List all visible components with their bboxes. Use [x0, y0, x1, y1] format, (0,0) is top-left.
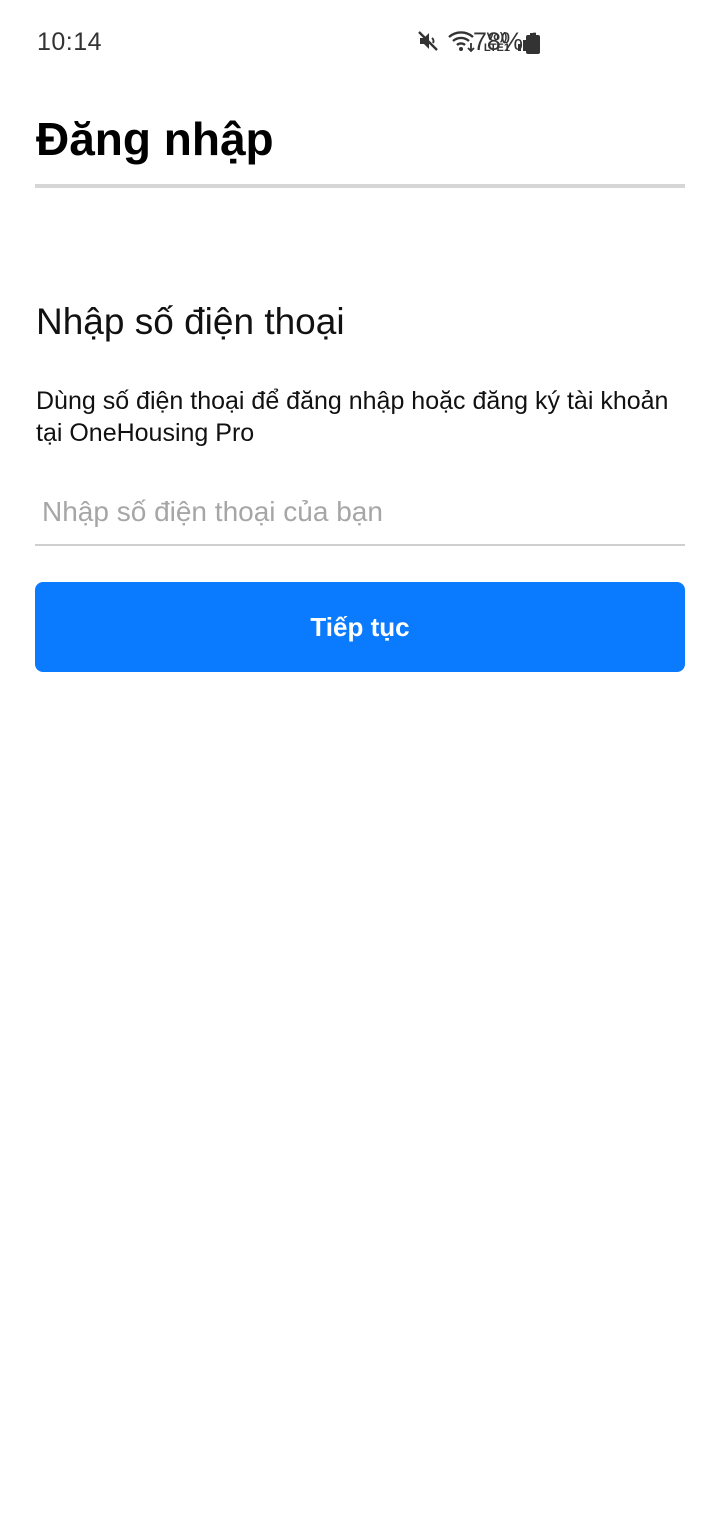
page-title: Đăng nhập — [36, 113, 274, 165]
login-description: Dùng số điện thoại để đăng nhập hoặc đăn… — [36, 387, 669, 447]
status-time: 10:14 — [37, 28, 103, 56]
continue-button[interactable]: Tiếp tục — [35, 582, 685, 672]
battery-percent: 78% — [473, 28, 524, 56]
phone-input[interactable] — [35, 480, 685, 546]
battery-icon — [526, 33, 540, 54]
status-bar: 10:14 Vo)) LTE1 78% — [0, 0, 720, 86]
mute-icon — [416, 29, 440, 58]
phone-heading: Nhập số điện thoại — [36, 301, 345, 342]
title-divider — [35, 184, 685, 188]
